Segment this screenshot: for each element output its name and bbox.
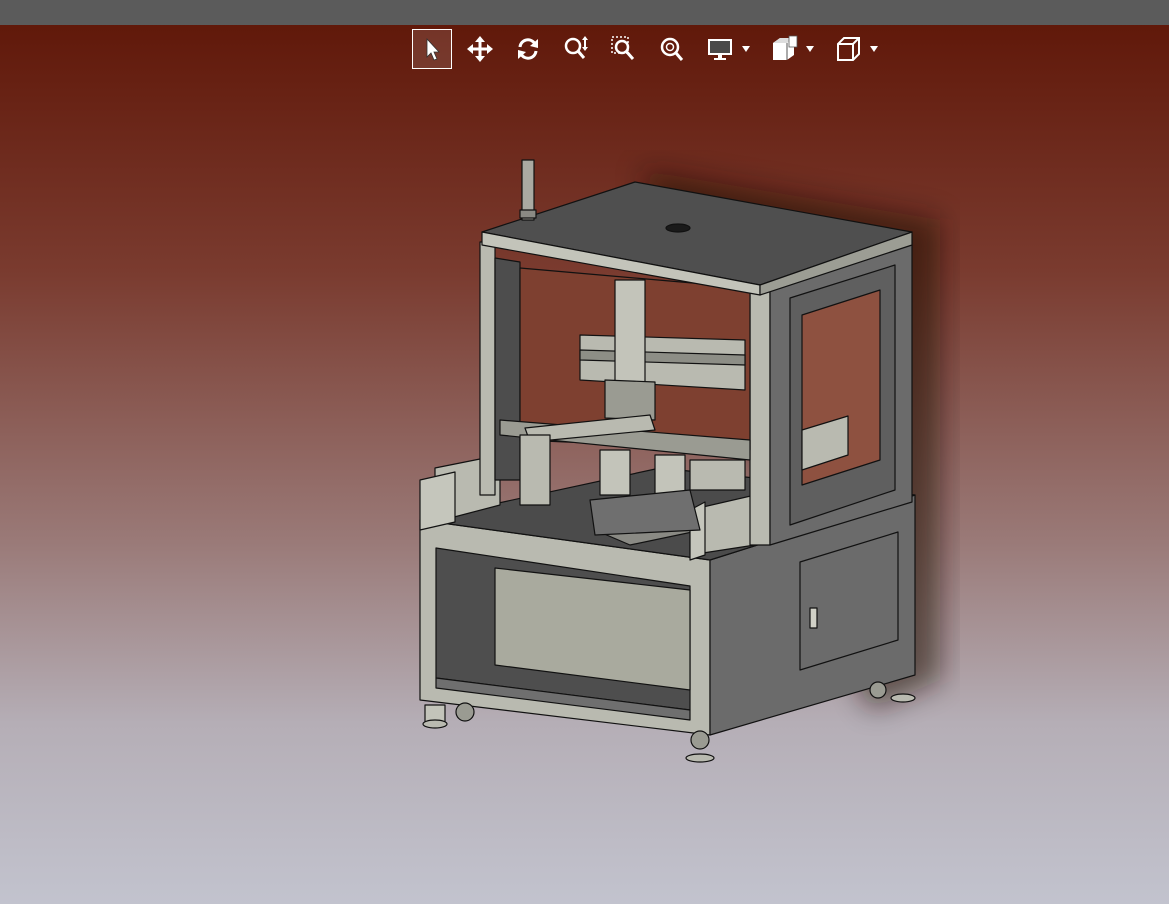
rotate-tool-button[interactable] — [508, 29, 548, 69]
zoom-window-icon — [611, 36, 635, 60]
cursor-arrow-icon — [426, 37, 440, 61]
chevron-down-icon — [806, 45, 814, 53]
zoom-tool-button[interactable] — [556, 29, 596, 69]
view-orientation-dropdown[interactable] — [828, 29, 878, 69]
section-view-button[interactable] — [764, 29, 804, 69]
view-orientation-button[interactable] — [828, 29, 868, 69]
zoom-window-tool-button[interactable] — [604, 29, 644, 69]
machine-model — [419, 159, 940, 763]
zoom-fit-icon — [660, 37, 684, 61]
monitor-icon — [708, 39, 732, 60]
cad-model-viewport[interactable] — [400, 150, 960, 780]
zoom-fit-tool-button[interactable] — [652, 29, 692, 69]
pan-tool-button[interactable] — [460, 29, 500, 69]
section-view-dropdown[interactable] — [764, 29, 814, 69]
rotate-icon — [518, 38, 538, 60]
display-mode-dropdown[interactable] — [700, 29, 750, 69]
select-tool-button[interactable] — [412, 29, 452, 69]
chevron-down-icon — [870, 45, 878, 53]
view-toolbar — [412, 28, 892, 70]
chevron-down-icon — [742, 45, 750, 53]
top-bar — [0, 0, 1169, 25]
pan-arrows-icon — [467, 36, 493, 62]
cube-view-icon — [837, 37, 860, 61]
zoom-icon — [564, 36, 588, 59]
display-mode-button[interactable] — [700, 29, 740, 69]
section-view-icon — [773, 35, 798, 60]
